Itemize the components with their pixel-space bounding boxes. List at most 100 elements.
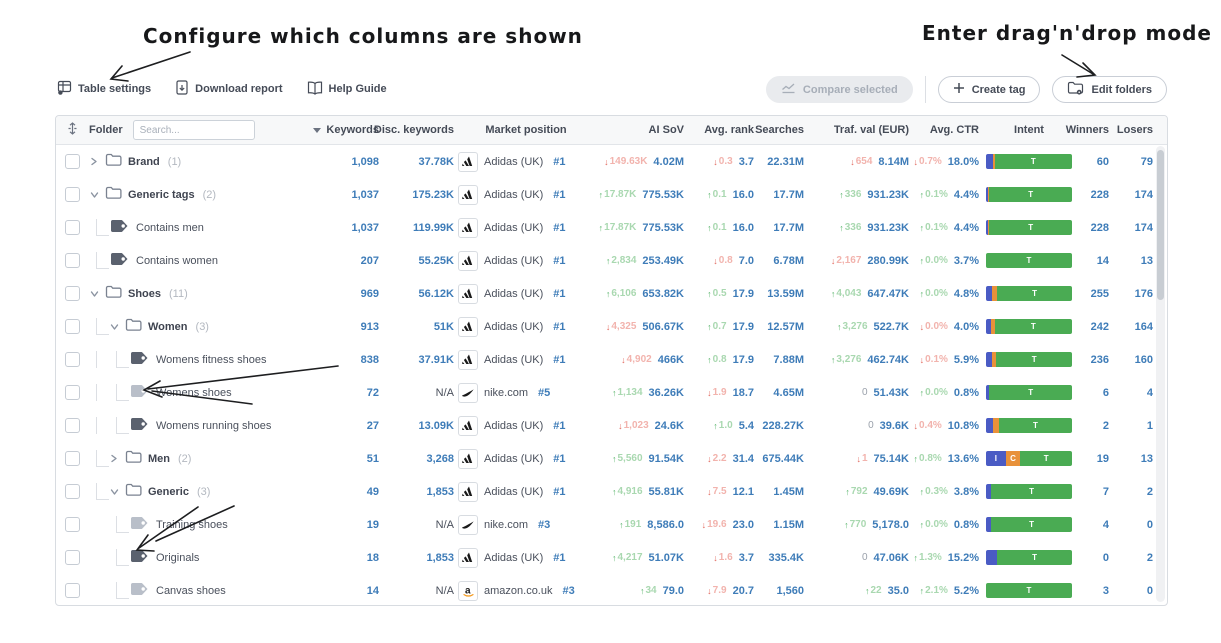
keywords-count[interactable]: 51	[367, 453, 379, 465]
header-ai-sov[interactable]: AI SoV	[594, 124, 684, 136]
disc-keywords-count[interactable]: 37.91K	[419, 354, 454, 366]
tag-label[interactable]: Originals	[156, 552, 199, 564]
chevron-right-icon[interactable]	[89, 157, 99, 166]
chevron-down-icon[interactable]	[109, 488, 119, 496]
losers-count[interactable]: 174	[1135, 189, 1153, 201]
tag-label[interactable]: Canvas shoes	[156, 585, 226, 597]
keywords-count[interactable]: 1,037	[351, 189, 379, 201]
winners-count[interactable]: 60	[1097, 156, 1109, 168]
losers-count[interactable]: 2	[1147, 552, 1153, 564]
folder-label[interactable]: Shoes	[128, 288, 161, 300]
winners-count[interactable]: 19	[1097, 453, 1109, 465]
keywords-count[interactable]: 18	[367, 552, 379, 564]
download-report-button[interactable]: Download report	[175, 80, 282, 98]
row-checkbox[interactable]	[65, 484, 80, 499]
winners-count[interactable]: 228	[1091, 222, 1109, 234]
keywords-count[interactable]: 14	[367, 585, 379, 597]
losers-count[interactable]: 79	[1141, 156, 1153, 168]
table-settings-button[interactable]: Table settings	[57, 80, 151, 98]
sort-move-icon[interactable]	[67, 122, 78, 138]
winners-count[interactable]: 228	[1091, 189, 1109, 201]
folder-label[interactable]: Men	[148, 453, 170, 465]
tag-label[interactable]: Womens shoes	[156, 387, 232, 399]
row-checkbox[interactable]	[65, 583, 80, 598]
tag-label[interactable]: Contains women	[136, 255, 218, 267]
row-checkbox[interactable]	[65, 220, 80, 235]
disc-keywords-count[interactable]: 1,853	[426, 552, 454, 564]
losers-count[interactable]: 13	[1141, 453, 1153, 465]
tag-label[interactable]: Contains men	[136, 222, 204, 234]
create-tag-button[interactable]: Create tag	[938, 76, 1041, 103]
header-disc-keywords[interactable]: Disc. keywords	[379, 124, 454, 136]
row-checkbox[interactable]	[65, 550, 80, 565]
keywords-count[interactable]: 27	[367, 420, 379, 432]
row-checkbox[interactable]	[65, 319, 80, 334]
keywords-count[interactable]: 838	[361, 354, 379, 366]
winners-count[interactable]: 255	[1091, 288, 1109, 300]
losers-count[interactable]: 176	[1135, 288, 1153, 300]
losers-count[interactable]: 174	[1135, 222, 1153, 234]
header-intent[interactable]: Intent	[979, 124, 1079, 136]
keywords-count[interactable]: 1,098	[351, 156, 379, 168]
tag-label[interactable]: Womens running shoes	[156, 420, 271, 432]
disc-keywords-count[interactable]: 56.12K	[419, 288, 454, 300]
keywords-count[interactable]: 19	[367, 519, 379, 531]
row-checkbox[interactable]	[65, 418, 80, 433]
scrollbar-thumb[interactable]	[1157, 150, 1164, 300]
row-checkbox[interactable]	[65, 187, 80, 202]
header-losers[interactable]: Losers	[1109, 124, 1153, 136]
losers-count[interactable]: 0	[1147, 519, 1153, 531]
disc-keywords-count[interactable]: 55.25K	[419, 255, 454, 267]
row-checkbox[interactable]	[65, 154, 80, 169]
header-winners[interactable]: Winners	[1079, 124, 1109, 136]
header-folder[interactable]: Folder	[89, 120, 297, 140]
winners-count[interactable]: 14	[1097, 255, 1109, 267]
disc-keywords-count[interactable]: 51K	[434, 321, 454, 333]
losers-count[interactable]: 164	[1135, 321, 1153, 333]
chevron-down-icon[interactable]	[89, 191, 99, 199]
row-checkbox[interactable]	[65, 286, 80, 301]
header-market-position[interactable]: Market position	[454, 124, 594, 136]
losers-count[interactable]: 13	[1141, 255, 1153, 267]
disc-keywords-count[interactable]: 37.78K	[419, 156, 454, 168]
folder-label[interactable]: Brand	[128, 156, 160, 168]
help-guide-button[interactable]: Help Guide	[307, 81, 387, 98]
losers-count[interactable]: 1	[1147, 420, 1153, 432]
disc-keywords-count[interactable]: 175.23K	[412, 189, 454, 201]
tag-label[interactable]: Training shoes	[156, 519, 228, 531]
header-traf-val[interactable]: Traf. val (EUR)	[804, 124, 909, 136]
edit-folders-button[interactable]: Edit folders	[1052, 76, 1167, 103]
chevron-down-icon[interactable]	[109, 323, 119, 331]
disc-keywords-count[interactable]: 1,853	[426, 486, 454, 498]
header-avg-rank[interactable]: Avg. rank	[684, 124, 754, 136]
losers-count[interactable]: 160	[1135, 354, 1153, 366]
row-checkbox[interactable]	[65, 352, 80, 367]
row-checkbox[interactable]	[65, 517, 80, 532]
folder-label[interactable]: Women	[148, 321, 188, 333]
tag-label[interactable]: Womens fitness shoes	[156, 354, 266, 366]
winners-count[interactable]: 236	[1091, 354, 1109, 366]
folder-label[interactable]: Generic tags	[128, 189, 195, 201]
chevron-down-icon[interactable]	[89, 290, 99, 298]
disc-keywords-count[interactable]: 13.09K	[419, 420, 454, 432]
losers-count[interactable]: 2	[1147, 486, 1153, 498]
keywords-count[interactable]: 49	[367, 486, 379, 498]
disc-keywords-count[interactable]: 3,268	[426, 453, 454, 465]
keywords-count[interactable]: 913	[361, 321, 379, 333]
folder-label[interactable]: Generic	[148, 486, 189, 498]
header-keywords[interactable]: Keywords	[297, 124, 379, 136]
losers-count[interactable]: 4	[1147, 387, 1153, 399]
header-searches[interactable]: Searches	[754, 124, 804, 136]
keywords-count[interactable]: 969	[361, 288, 379, 300]
chevron-right-icon[interactable]	[109, 454, 119, 463]
row-checkbox[interactable]	[65, 451, 80, 466]
disc-keywords-count[interactable]: 119.99K	[413, 222, 454, 234]
keywords-count[interactable]: 72	[367, 387, 379, 399]
header-avg-ctr[interactable]: Avg. CTR	[909, 124, 979, 136]
compare-selected-button[interactable]: Compare selected	[766, 76, 913, 103]
row-checkbox[interactable]	[65, 253, 80, 268]
folder-search-input[interactable]	[133, 120, 255, 140]
losers-count[interactable]: 0	[1147, 585, 1153, 597]
winners-count[interactable]: 242	[1091, 321, 1109, 333]
row-checkbox[interactable]	[65, 385, 80, 400]
